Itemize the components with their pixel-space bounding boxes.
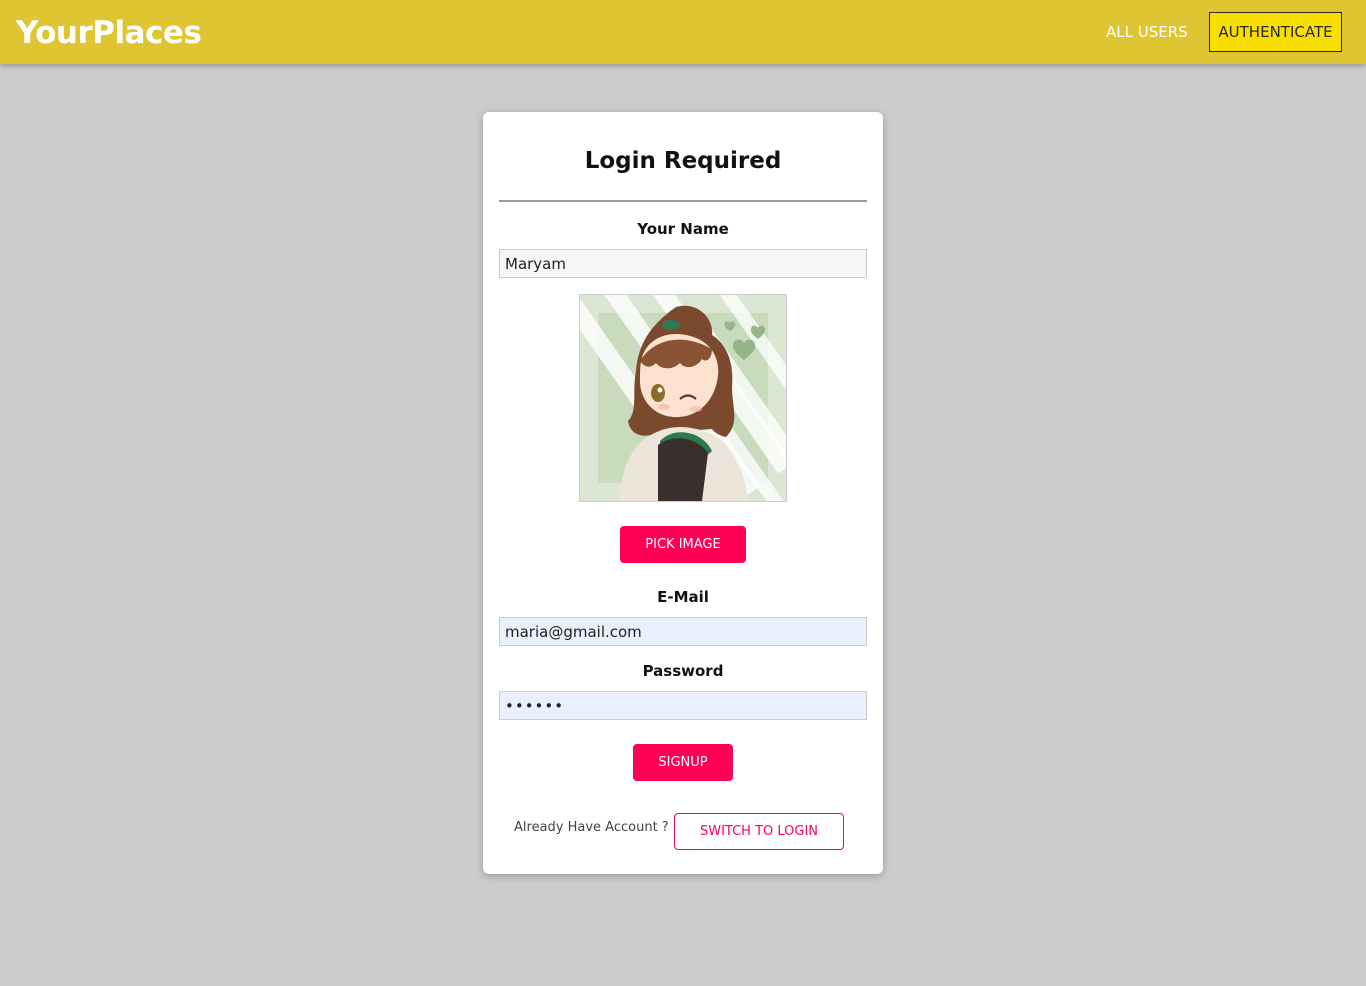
name-input[interactable] <box>499 249 867 278</box>
app-logo[interactable]: YourPlaces <box>16 13 202 53</box>
nav-authenticate[interactable]: AUTHENTICATE <box>1209 12 1342 52</box>
nav-all-users[interactable]: ALL USERS <box>1096 12 1198 52</box>
password-label: Password <box>642 662 724 680</box>
switch-to-login-button[interactable]: SWITCH TO LOGIN <box>674 813 844 850</box>
already-have-account-text: Already Have Account ? <box>514 820 669 835</box>
email-input[interactable] <box>499 617 867 646</box>
image-preview <box>579 294 787 502</box>
avatar-image <box>580 295 786 501</box>
name-label: Your Name <box>637 220 729 238</box>
email-label: E-Mail <box>657 588 709 606</box>
main-header: YourPlaces ALL USERS AUTHENTICATE <box>0 0 1366 64</box>
card-title: Login Required <box>584 148 782 174</box>
signup-button[interactable]: SIGNUP <box>633 744 733 781</box>
title-divider <box>499 200 867 202</box>
pick-image-button[interactable]: PICK IMAGE <box>620 526 746 563</box>
password-input[interactable] <box>499 691 867 720</box>
